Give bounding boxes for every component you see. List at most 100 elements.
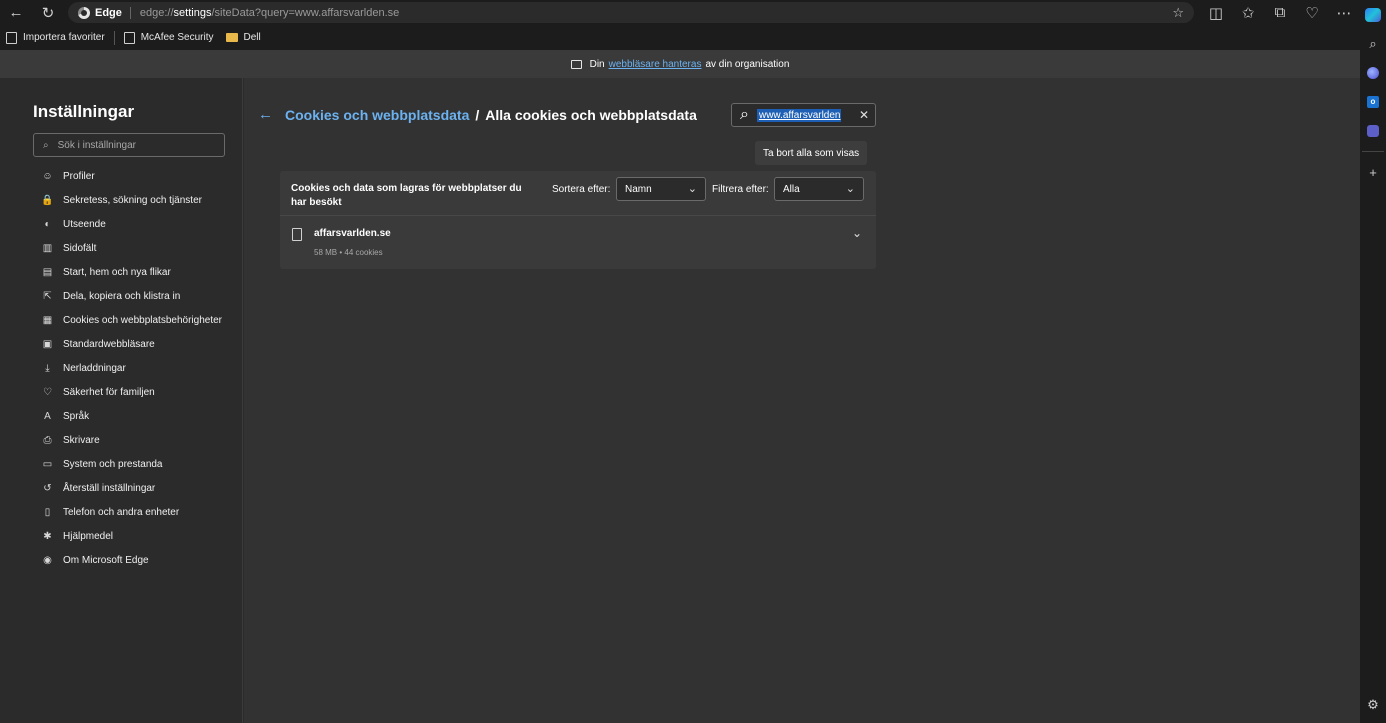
teams-button[interactable] — [1360, 116, 1386, 145]
family-icon: ♡ — [43, 386, 52, 398]
sidebar-item-label: Säkerhet för familjen — [63, 387, 155, 398]
settings-search-input[interactable]: ⌕ Sök i inställningar — [33, 133, 225, 157]
edge-sidebar: ⌕ o + ⚙ — [1360, 0, 1386, 723]
cookies-permissions-icon: ▦ — [42, 314, 53, 326]
settings-nav-list: ☺ Profiler 🔒 Sekretess, sökning och tjänste… — [37, 165, 237, 573]
favorites-icon[interactable]: ✩ — [1232, 0, 1264, 25]
search-icon: ⌕ — [43, 139, 49, 151]
system-icon: ▭ — [42, 458, 53, 470]
filter-select[interactable]: Alla ⌄ — [774, 177, 864, 201]
teams-icon — [1367, 124, 1379, 137]
card-heading: Cookies och data som lagras för webbplat… — [291, 183, 522, 208]
site-meta: 58 MB • 44 cookies — [314, 248, 383, 257]
url-text[interactable]: edge://settings/siteData?query=www.affar… — [131, 7, 399, 19]
edge-about-icon: ◉ — [43, 554, 52, 566]
collections-icon[interactable]: ⧉ — [1264, 0, 1296, 25]
settings-navigation: Inställningar ⌕ Sök i inställningar ☺ Pro… — [0, 78, 243, 723]
bookmark-dell[interactable]: Dell — [220, 25, 267, 50]
url-rest: /siteData?query=www.affarsvarlden.se — [211, 6, 400, 19]
sidebar-search-button[interactable]: ⌕ — [1360, 29, 1386, 58]
breadcrumb-link[interactable]: Cookies och webbplatsdata — [285, 107, 469, 123]
banner-text-after: av din organisation — [705, 58, 790, 70]
outlook-button[interactable]: o — [1360, 87, 1386, 116]
bookmark-mcafee[interactable]: McAfee Security — [118, 25, 220, 50]
clear-search-icon[interactable]: ✕ — [859, 108, 869, 122]
more-menu-icon[interactable]: ⋯ — [1328, 0, 1360, 25]
bookmark-label: McAfee Security — [140, 32, 214, 43]
sidebar-item-home-tabs[interactable]: ▤ Start, hem och nya flikar — [37, 261, 237, 285]
edge-logo-icon — [78, 6, 90, 19]
sidebar-item-language[interactable]: A Språk — [37, 405, 237, 429]
remove-all-shown-button[interactable]: Ta bort alla som visas — [755, 141, 868, 165]
download-icon: ⤓ — [45, 362, 50, 374]
sidebar-item-appearance[interactable]: ◐ Utseende — [37, 213, 237, 237]
sidebar-item-system[interactable]: ▭ System och prestanda — [37, 453, 237, 477]
breadcrumb-separator: / — [475, 106, 480, 123]
sidebar-item-share[interactable]: ⇱ Dela, kopiera och klistra in — [37, 285, 237, 309]
sidebar-item-download[interactable]: ⤓ Nerladdningar — [37, 357, 237, 381]
outlook-icon: o — [1367, 95, 1379, 108]
phone-icon: ▯ — [44, 506, 51, 518]
list-item[interactable]: affarsvarlden.se 58 MB • 44 cookies ⌄ — [280, 216, 876, 269]
sidebar-item-default-browser[interactable]: ▣ Standardwebbläsare — [37, 333, 237, 357]
sidebar-item-cookies-permissions[interactable]: ▦ Cookies och webbplatsbehörigheter — [37, 309, 237, 333]
gear-icon: ⚙ — [1367, 696, 1379, 712]
appearance-icon: ◐ — [44, 218, 51, 230]
chevron-down-icon[interactable]: ⌄ — [852, 226, 862, 240]
briefcase-icon — [570, 59, 582, 69]
bookmark-import-favorites[interactable]: Importera favoriter — [0, 25, 111, 50]
url-bold: settings — [173, 6, 212, 19]
sidebar-item-label: Nerladdningar — [63, 363, 126, 374]
share-icon: ⇱ — [43, 290, 52, 302]
favorite-star-icon[interactable]: ☆ — [1172, 5, 1184, 21]
default-browser-icon: ▣ — [42, 338, 53, 350]
sidebar-item-label: Telefon och andra enheter — [63, 507, 180, 518]
sidebar-item-profile[interactable]: ☺ Profiler — [37, 165, 237, 189]
site-search-input[interactable]: ⌕ www.affarsvarlden ✕ — [731, 103, 876, 127]
filter-label: Filtrera efter: — [712, 184, 769, 195]
sort-select[interactable]: Namn ⌄ — [616, 177, 706, 201]
sidebar-item-sidebar[interactable]: ▥ Sidofält — [37, 237, 237, 261]
search-icon: ⌕ — [740, 106, 749, 123]
sidebar-app-button[interactable] — [1360, 58, 1386, 87]
main-content: ← Cookies och webbplatsdata / Alla cooki… — [244, 78, 1360, 723]
back-arrow-icon[interactable]: ← — [258, 106, 273, 123]
title-bar: ← ↻ Edge edge://settings/siteData?query=… — [0, 0, 1360, 25]
home-tabs-icon: ▤ — [42, 266, 53, 278]
sort-value: Namn — [625, 183, 652, 195]
import-icon — [6, 31, 17, 44]
sidebar-item-printer[interactable]: ⎙ Skrivare — [37, 429, 237, 453]
sidebar-item-reset[interactable]: ↺ Återställ inställningar — [37, 477, 237, 501]
filter-value: Alla — [783, 183, 800, 195]
sidebar-item-phone[interactable]: ▯ Telefon och andra enheter — [37, 501, 237, 525]
sidebar-item-label: Skrivare — [63, 435, 100, 446]
sidebar-item-label: Standardwebbläsare — [63, 339, 155, 350]
add-sidebar-app-button[interactable]: + — [1360, 158, 1386, 187]
managed-link[interactable]: webbläsare hanteras — [609, 59, 702, 70]
split-screen-icon[interactable]: ◫ — [1200, 0, 1232, 25]
sidebar-settings-button[interactable]: ⚙ — [1360, 690, 1386, 719]
back-icon[interactable]: ← — [0, 0, 32, 25]
sidebar-item-family[interactable]: ♡ Säkerhet för familjen — [37, 381, 237, 405]
sidebar-divider — [1362, 151, 1384, 152]
sidebar-item-edge-about[interactable]: ◉ Om Microsoft Edge — [37, 549, 237, 573]
site-data-card: Cookies och data som lagras för webbplat… — [280, 171, 876, 269]
copilot-button[interactable] — [1360, 0, 1386, 29]
printer-icon: ⎙ — [43, 434, 52, 446]
app-icon — [1367, 66, 1379, 79]
managed-banner: Din webbläsare hanteras av din organisat… — [0, 50, 1360, 78]
lock-icon: 🔒 — [41, 194, 54, 206]
edge-badge: Edge — [78, 6, 131, 19]
sidebar-item-label: Hjälpmedel — [63, 531, 114, 542]
browser-essentials-icon[interactable]: ♡ — [1296, 0, 1328, 25]
breadcrumb: ← Cookies och webbplatsdata / Alla cooki… — [258, 106, 697, 123]
chevron-down-icon: ⌄ — [687, 183, 697, 195]
refresh-icon[interactable]: ↻ — [32, 0, 64, 25]
sidebar-item-accessibility[interactable]: ✱ Hjälpmedel — [37, 525, 237, 549]
site-search-value[interactable]: www.affarsvarlden — [756, 108, 841, 122]
sidebar-item-label: Sekretess, sökning och tjänster — [63, 195, 202, 206]
profile-icon: ☺ — [42, 170, 53, 182]
sidebar-item-lock[interactable]: 🔒 Sekretess, sökning och tjänster — [37, 189, 237, 213]
address-bar[interactable]: Edge edge://settings/siteData?query=www.… — [68, 2, 1194, 23]
language-icon: A — [44, 410, 51, 422]
